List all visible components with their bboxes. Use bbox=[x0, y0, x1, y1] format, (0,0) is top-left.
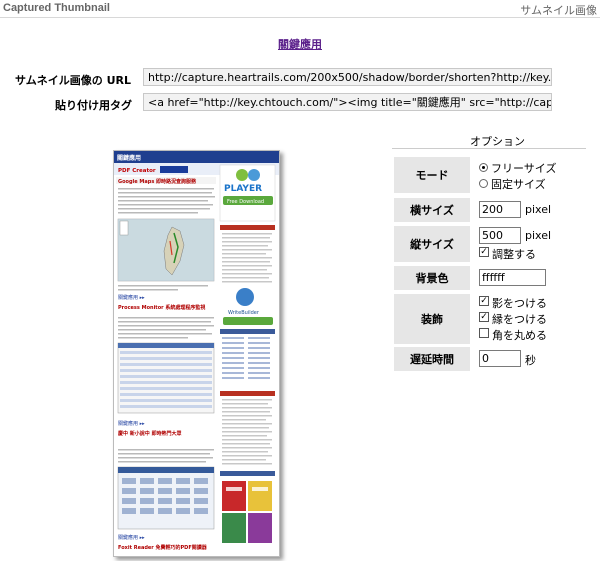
width-input[interactable] bbox=[479, 201, 521, 218]
thumb-article4: Foxit Reader 免費輕巧的PDF閱讀器 bbox=[118, 544, 208, 551]
top-bar: Captured Thumbnail サムネイル画像 bbox=[0, 0, 600, 18]
delay-label: 遅延時間 bbox=[394, 347, 470, 371]
height-adjust-label: 調整する bbox=[492, 248, 536, 261]
svg-text:關鍵應用 ▸▸: 關鍵應用 ▸▸ bbox=[118, 420, 145, 427]
border-label: 縁をつける bbox=[492, 313, 547, 326]
site-title-link[interactable]: 關鍵應用 bbox=[0, 36, 600, 52]
app-title-jp: サムネイル画像 bbox=[520, 4, 597, 17]
round-corners-label: 角を丸める bbox=[492, 329, 547, 342]
svg-text:關鍵應用 ▸▸: 關鍵應用 ▸▸ bbox=[118, 534, 145, 541]
embed-tag-label: 貼り付け用タグ bbox=[55, 99, 132, 112]
round-corners-checkbox[interactable] bbox=[479, 328, 489, 338]
mode-fixed-radio[interactable] bbox=[479, 179, 488, 188]
delay-input[interactable] bbox=[479, 350, 521, 367]
mode-free-label: フリーサイズ bbox=[491, 162, 557, 175]
bgcolor-input[interactable] bbox=[479, 269, 546, 286]
decoration-label: 装飾 bbox=[394, 294, 470, 344]
width-label: 横サイズ bbox=[394, 198, 470, 222]
thumbnail-url-label: サムネイル画像の URL bbox=[15, 74, 132, 87]
thumb-article2: Process Monitor 系統處理程序監視 bbox=[118, 304, 205, 311]
shadow-checkbox[interactable]: ✓ bbox=[479, 296, 489, 306]
height-label: 縦サイズ bbox=[394, 226, 470, 262]
svg-text:關鍵應用 ▸▸: 關鍵應用 ▸▸ bbox=[118, 294, 145, 301]
thumbnail-url-field[interactable]: http://capture.heartrails.com/200x500/sh… bbox=[143, 68, 552, 86]
height-input[interactable] bbox=[479, 227, 521, 244]
height-unit: pixel bbox=[525, 229, 552, 242]
mode-fixed-label: 固定サイズ bbox=[491, 178, 546, 191]
thumb-player-text: PLAYER bbox=[224, 184, 262, 194]
shadow-label: 影をつける bbox=[492, 297, 547, 310]
thumbnail-preview[interactable]: 關鍵應用 PDF Creator Google Maps 即時路況查詢服務 關鍵… bbox=[113, 150, 280, 557]
thumb-download-text: Free Download bbox=[227, 199, 264, 205]
thumb-headline: Google Maps 即時路況查詢服務 bbox=[118, 178, 197, 185]
width-unit: pixel bbox=[525, 203, 552, 216]
thumb-site-title: 關鍵應用 bbox=[117, 154, 141, 162]
embed-tag-field[interactable]: <a href="http://key.chtouch.com/"><img t… bbox=[143, 93, 552, 111]
delay-unit: 秒 bbox=[525, 354, 536, 367]
thumb-writebuilder: WriteBuilder bbox=[228, 310, 260, 316]
mode-label: モード bbox=[394, 157, 470, 193]
thumb-article3: 慶中 新小說中 即時熱門大眾 bbox=[118, 430, 181, 437]
height-adjust-checkbox[interactable]: ✓ bbox=[479, 247, 489, 257]
thumbnail-page-image: 關鍵應用 PDF Creator Google Maps 即時路況查詢服務 關鍵… bbox=[114, 151, 279, 556]
bgcolor-label: 背景色 bbox=[394, 266, 470, 290]
options-title: オプション bbox=[470, 135, 525, 148]
thumb-pdf-logo: PDF Creator bbox=[118, 168, 156, 174]
app-title: Captured Thumbnail bbox=[3, 2, 110, 14]
mode-free-radio[interactable] bbox=[479, 163, 488, 172]
border-checkbox[interactable]: ✓ bbox=[479, 312, 489, 322]
options-divider bbox=[392, 148, 586, 149]
